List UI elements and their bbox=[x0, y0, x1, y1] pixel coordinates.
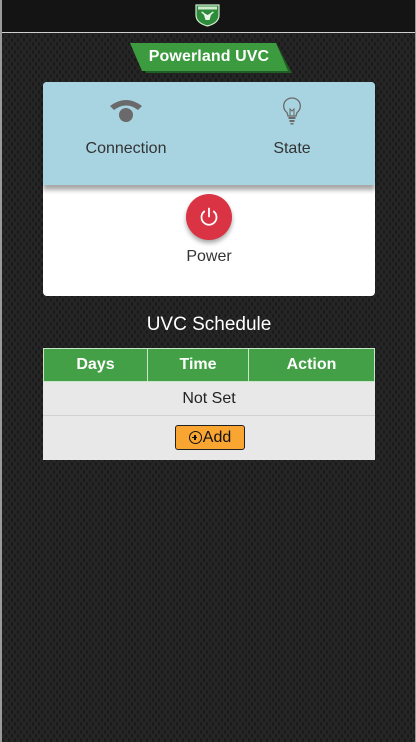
power-button[interactable] bbox=[186, 194, 232, 240]
connection-status: Connection bbox=[43, 82, 209, 185]
state-label: State bbox=[273, 140, 311, 157]
wifi-icon bbox=[110, 100, 142, 122]
power-icon bbox=[200, 207, 218, 226]
column-header-time: Time bbox=[148, 349, 249, 381]
connection-label: Connection bbox=[85, 140, 167, 157]
lightbulb-icon bbox=[283, 97, 301, 125]
top-bar bbox=[0, 0, 416, 33]
schedule-table: Days Time Action Not Set Add bbox=[43, 348, 375, 460]
add-row: Add bbox=[43, 416, 375, 460]
empty-schedule-row: Not Set bbox=[43, 382, 375, 416]
power-label: Power bbox=[186, 248, 232, 265]
column-header-days: Days bbox=[44, 349, 148, 381]
add-button-label: Add bbox=[202, 428, 232, 446]
schedule-table-header: Days Time Action bbox=[43, 348, 375, 382]
device-title: Powerland UVC bbox=[148, 48, 270, 65]
add-schedule-button[interactable]: Add bbox=[175, 425, 245, 450]
state-status: State bbox=[209, 82, 375, 185]
column-header-action: Action bbox=[286, 356, 337, 373]
status-panel: Connection State bbox=[43, 82, 375, 185]
device-status-card: Connection State Power bbox=[43, 82, 375, 296]
plus-circle-icon bbox=[188, 431, 202, 444]
schedule-title: UVC Schedule bbox=[146, 314, 272, 335]
bull-shield-logo-icon bbox=[195, 4, 220, 27]
